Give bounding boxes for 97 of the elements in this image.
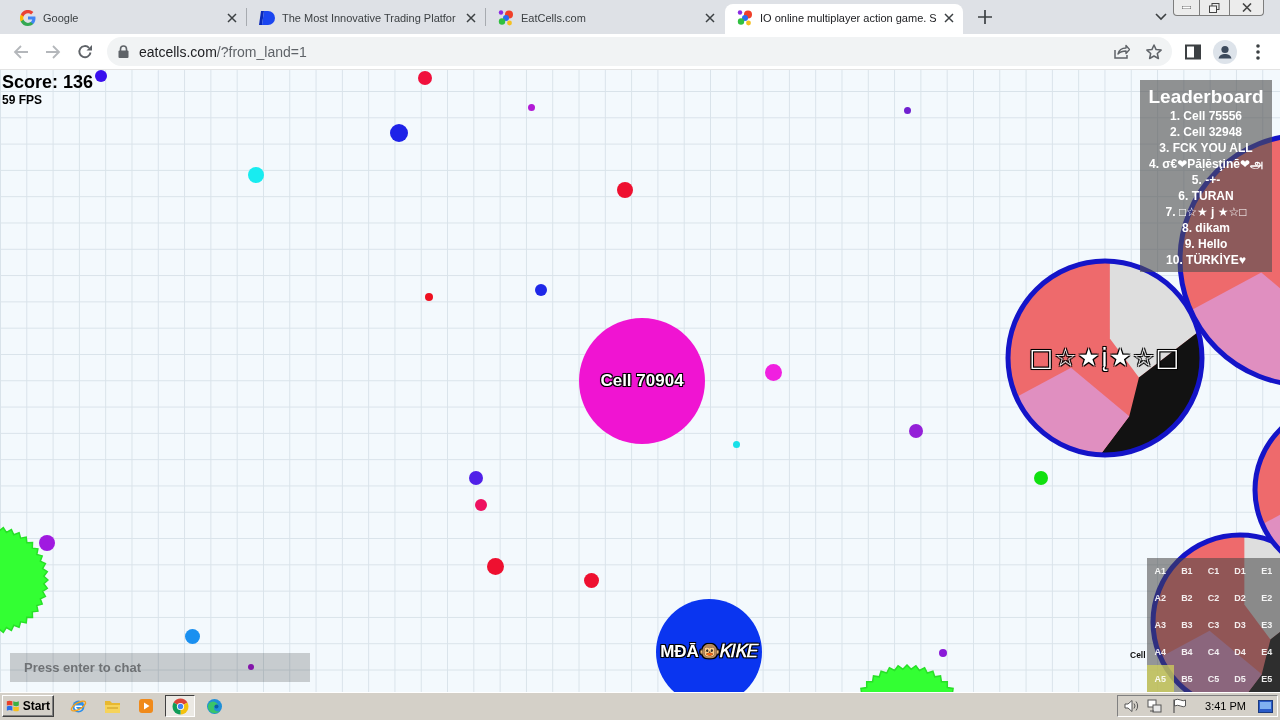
food-pellet bbox=[535, 284, 547, 296]
star-icon[interactable] bbox=[1146, 43, 1162, 60]
close-icon[interactable] bbox=[227, 12, 237, 23]
minimap-sector: A4 bbox=[1153, 645, 1168, 659]
minimap-sector: B1 bbox=[1180, 565, 1194, 579]
browser-tab[interactable]: Google bbox=[8, 4, 246, 34]
food-pellet bbox=[486, 557, 504, 575]
close-button[interactable] bbox=[1230, 0, 1264, 16]
food-pellet bbox=[39, 535, 55, 551]
minimap-sector: E5 bbox=[1260, 672, 1274, 686]
close-icon[interactable] bbox=[944, 12, 954, 23]
minimap-sector: A1 bbox=[1153, 565, 1168, 579]
player-name: MĐĀ🐵𝐾𝐼𝐾𝐸 bbox=[660, 642, 758, 662]
minimap-sector: E1 bbox=[1260, 565, 1274, 579]
minimap-sector: A5 bbox=[1147, 665, 1174, 692]
restore-button[interactable] bbox=[1200, 0, 1230, 16]
plus-icon[interactable] bbox=[978, 10, 992, 24]
food-pellet bbox=[617, 182, 633, 198]
leaderboard-entry: 9. Hello bbox=[1184, 236, 1228, 252]
show-desktop-icon[interactable] bbox=[1258, 699, 1273, 713]
food-pellet bbox=[527, 103, 535, 111]
minimap-sector: B4 bbox=[1180, 645, 1194, 659]
fps-text: 59 FPS bbox=[2, 93, 43, 107]
food-pellet bbox=[732, 440, 740, 448]
lock-icon bbox=[118, 45, 129, 58]
flag-icon[interactable] bbox=[1171, 698, 1188, 714]
food-pellet bbox=[583, 572, 599, 588]
dots-logo-icon bbox=[498, 9, 514, 26]
score-text: Score: 136 bbox=[2, 72, 94, 92]
start-button[interactable]: Start bbox=[2, 695, 54, 717]
url-text[interactable]: eatcells.com/?from_land=1 bbox=[139, 43, 307, 60]
address-bar[interactable]: eatcells.com/?from_land=1 bbox=[107, 37, 1172, 66]
leaderboard-entry: 5. -+- bbox=[1191, 172, 1221, 188]
food-pellet bbox=[469, 471, 483, 485]
browser-icon[interactable] bbox=[69, 697, 87, 715]
avatar-icon[interactable] bbox=[1213, 39, 1237, 64]
food-pellet bbox=[425, 293, 433, 301]
browser-icon[interactable] bbox=[205, 697, 223, 715]
browser-tab[interactable]: IO online multiplayer action game. S bbox=[725, 4, 963, 34]
close-icon bbox=[1241, 3, 1252, 12]
food-pellet bbox=[909, 424, 923, 438]
minimap-sector: C2 bbox=[1206, 592, 1221, 606]
g-logo-icon bbox=[20, 9, 36, 26]
minimap-sector: B2 bbox=[1180, 592, 1194, 606]
minimize-icon bbox=[1182, 6, 1191, 9]
minimap-sector: D4 bbox=[1233, 645, 1247, 659]
leaderboard-entry: 6. TURAN bbox=[1178, 188, 1234, 204]
minimap-sector: D5 bbox=[1233, 672, 1247, 686]
minimap-sector: B5 bbox=[1180, 672, 1194, 686]
menu-icon[interactable] bbox=[1256, 43, 1260, 60]
leaderboard-entry: 7. □☆★ j ★☆□ bbox=[1165, 204, 1247, 220]
close-icon[interactable] bbox=[466, 12, 476, 23]
minimap-sector: C5 bbox=[1206, 672, 1221, 686]
clock-text: 3:41 PM bbox=[1205, 700, 1246, 712]
leaderboard-title: Leaderboard bbox=[1148, 86, 1264, 108]
start-logo-icon bbox=[6, 699, 20, 713]
minimap-player-label: Cell bbox=[1130, 650, 1146, 661]
share-icon[interactable] bbox=[1114, 44, 1130, 59]
logo-icon bbox=[259, 10, 275, 25]
minimap-sector: D1 bbox=[1233, 565, 1247, 579]
food-pellet bbox=[475, 499, 487, 511]
minimap-sector: E2 bbox=[1260, 592, 1274, 606]
minimap-sector: B3 bbox=[1180, 619, 1194, 632]
side-panel-icon[interactable] bbox=[1185, 43, 1201, 60]
minimap-sector: C4 bbox=[1206, 645, 1221, 659]
leaderboard-entry: 8. dikam bbox=[1182, 220, 1230, 236]
minimap-sector: D3 bbox=[1233, 619, 1247, 632]
dots-logo-icon bbox=[737, 9, 753, 26]
taskbar-app-button[interactable] bbox=[165, 695, 195, 717]
network-icon[interactable] bbox=[1147, 698, 1164, 714]
player-name: Cell 70904 bbox=[600, 371, 684, 391]
browser-icon[interactable] bbox=[171, 697, 189, 715]
food-pellet bbox=[903, 106, 911, 114]
browser-tab[interactable]: EatCells.com bbox=[486, 4, 724, 34]
food-pellet bbox=[939, 649, 947, 657]
browser-tab[interactable]: The Most Innovative Trading Platfor bbox=[247, 4, 485, 34]
food-pellet bbox=[95, 70, 107, 82]
chevron-down-icon[interactable] bbox=[1155, 13, 1167, 21]
minimap-sector: E3 bbox=[1260, 619, 1274, 632]
reload-icon[interactable] bbox=[77, 43, 93, 60]
close-icon[interactable] bbox=[705, 12, 715, 23]
food-pellet bbox=[390, 124, 408, 142]
minimap-sector: C1 bbox=[1206, 565, 1221, 579]
food-pellet bbox=[764, 363, 782, 381]
leaderboard-entry: 1. Cell 75556 bbox=[1169, 108, 1243, 124]
food-pellet bbox=[418, 71, 432, 85]
minimap-sector: A3 bbox=[1153, 619, 1168, 632]
food-pellet bbox=[248, 664, 254, 670]
restore-icon bbox=[1209, 2, 1220, 13]
food-pellet bbox=[184, 628, 200, 644]
leaderboard-entry: 2. Cell 32948 bbox=[1169, 124, 1243, 140]
food-pellet bbox=[248, 167, 264, 183]
minimap-sector: E4 bbox=[1260, 645, 1274, 659]
food-pellet bbox=[1034, 471, 1048, 485]
minimap-sector: C3 bbox=[1206, 619, 1221, 632]
minimap-sector: D2 bbox=[1233, 592, 1247, 606]
speaker-icon[interactable] bbox=[1123, 698, 1140, 714]
